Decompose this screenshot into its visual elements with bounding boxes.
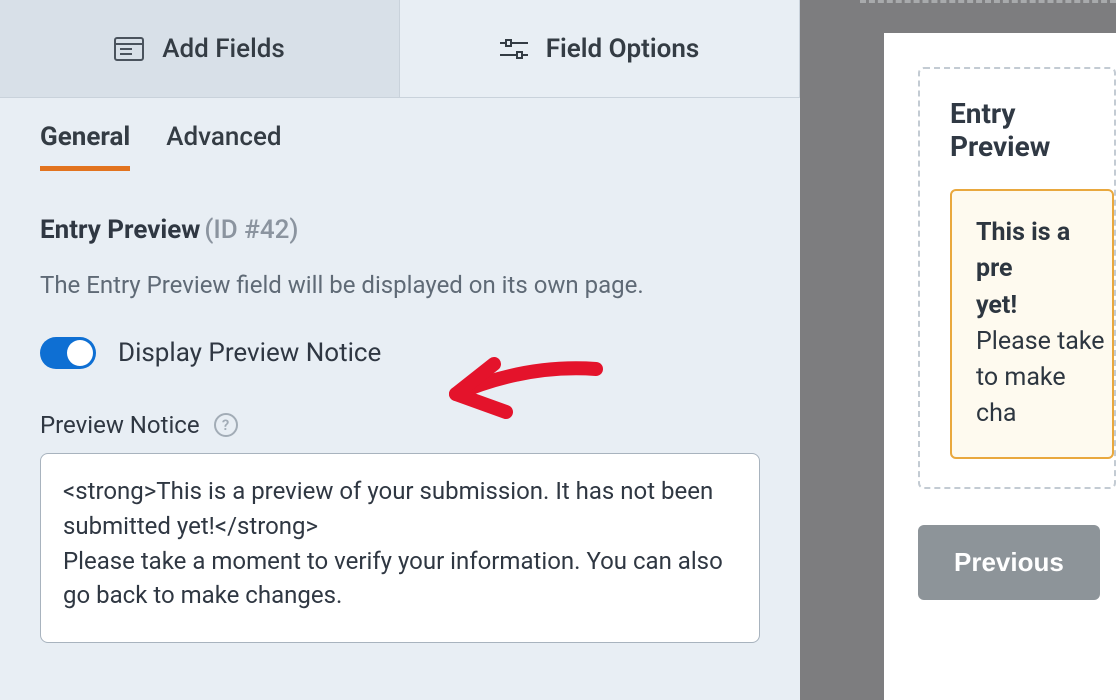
subtab-general[interactable]: General — [40, 122, 130, 171]
tab-add-fields-label: Add Fields — [162, 34, 285, 64]
notice-line2: to make cha — [976, 360, 1112, 433]
sliders-icon — [500, 37, 528, 61]
tab-add-fields[interactable]: Add Fields — [0, 0, 400, 97]
notice-bold-line2: yet! — [976, 288, 1112, 324]
help-icon[interactable]: ? — [214, 413, 238, 437]
previous-button[interactable]: Previous — [918, 525, 1100, 600]
display-preview-notice-label: Display Preview Notice — [118, 338, 381, 368]
display-preview-notice-toggle[interactable] — [40, 337, 96, 369]
preview-notice-textarea[interactable] — [40, 453, 760, 643]
entry-preview-container: Entry Preview This is a pre yet! Please … — [918, 67, 1116, 489]
preview-notice-box: This is a pre yet! Please take to make c… — [950, 189, 1114, 459]
panel-divider — [800, 0, 860, 700]
entry-preview-title: Entry Preview — [950, 97, 1114, 163]
notice-line1: Please take — [976, 324, 1112, 360]
notice-bold-line1: This is a pre — [976, 215, 1112, 288]
section-description: The Entry Preview field will be displaye… — [40, 271, 760, 299]
section-title: Entry Preview — [40, 215, 200, 245]
tab-field-options-label: Field Options — [546, 34, 700, 64]
section-heading: Entry Preview (ID #42) — [40, 215, 760, 245]
tab-field-options[interactable]: Field Options — [400, 0, 800, 97]
subtab-advanced[interactable]: Advanced — [166, 122, 281, 171]
preview-notice-label: Preview Notice — [40, 411, 200, 439]
section-id: (ID #42) — [204, 215, 298, 245]
form-icon — [114, 37, 144, 61]
